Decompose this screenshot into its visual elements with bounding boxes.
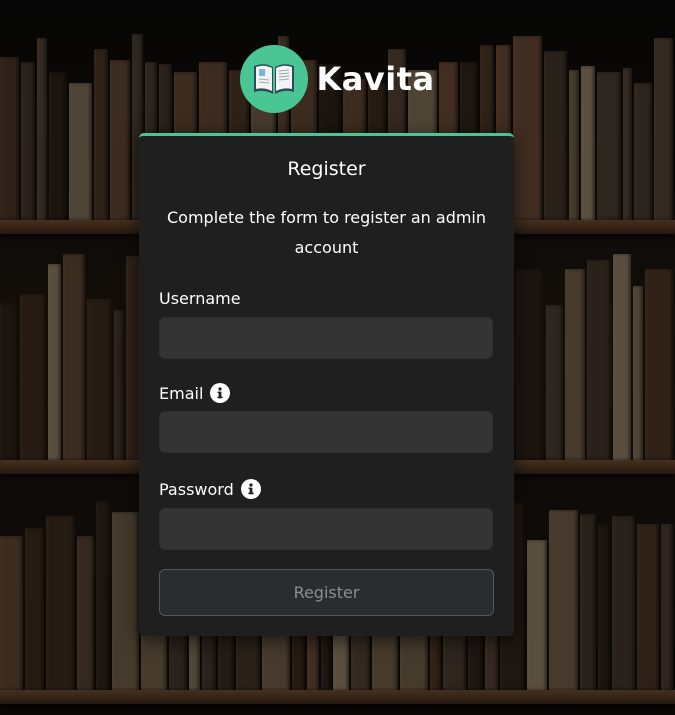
open-book-icon: [240, 45, 309, 113]
password-label: Password: [159, 479, 261, 499]
brand-logo: Kavita: [0, 45, 675, 113]
email-input[interactable]: [159, 411, 493, 453]
form-subtitle: Complete the form to register an admin a…: [166, 208, 487, 257]
email-label-text: Email: [159, 383, 204, 403]
username-label: Username: [159, 289, 241, 308]
email-label: Email: [159, 383, 231, 403]
form-title: Register: [287, 158, 366, 180]
info-icon[interactable]: [210, 383, 231, 403]
password-input[interactable]: [159, 508, 493, 550]
password-label-text: Password: [159, 479, 234, 499]
username-label-text: Username: [159, 289, 241, 308]
info-icon[interactable]: [240, 479, 261, 499]
register-button[interactable]: Register: [159, 569, 494, 616]
register-card: Register Complete the form to register a…: [139, 133, 514, 636]
username-input[interactable]: [159, 317, 493, 359]
brand-name: Kavita: [316, 60, 435, 98]
